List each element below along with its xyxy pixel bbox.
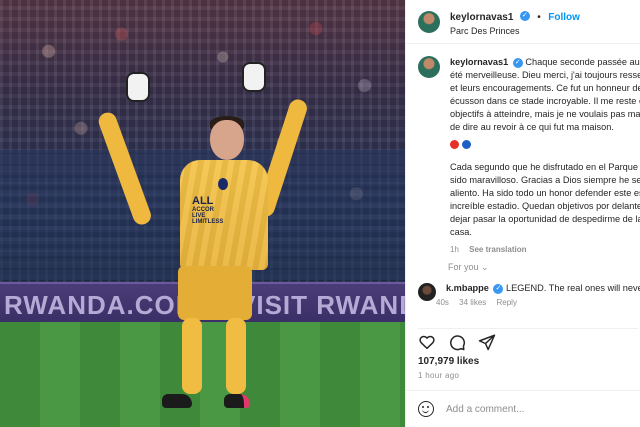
for-you-label: For you	[448, 262, 479, 272]
caption-username[interactable]: keylornavas1	[450, 57, 508, 67]
caption-line-fr-2: et leurs encouragements. Ce fut un honne…	[450, 83, 640, 93]
left-glove	[126, 72, 150, 102]
post-location[interactable]: Parc Des Princes	[450, 26, 580, 37]
caption-line-es-0: Cada segundo que he disfrutado en el Par…	[450, 162, 640, 172]
author-username[interactable]: keylornavas1	[450, 12, 513, 23]
flag-emojis	[450, 140, 640, 149]
right-boot	[224, 394, 250, 408]
caption-line-fr-5: de dire au revoir à ce qui fut ma maison…	[450, 122, 614, 132]
likes-count[interactable]: 107,979 likes	[418, 356, 479, 367]
verified-badge-icon: ✓	[519, 10, 530, 21]
jersey-sponsor-subtext: ACCOR LIVE LIMITLESS	[192, 207, 224, 225]
emoji-icon[interactable]	[418, 401, 434, 417]
separator-dot: •	[537, 11, 541, 23]
blue-circle-icon	[462, 140, 471, 149]
post-photo[interactable]: RWANDA.COM VISIT RWANDA ALL ACCOR LIVE L…	[0, 0, 405, 427]
verified-badge-icon: ✓	[512, 57, 523, 68]
add-comment-bar	[406, 390, 640, 427]
comment-text: LEGEND. The real ones will never fo	[506, 283, 640, 293]
author-info: keylornavas1 ✓ • Follow Parc Des Princes	[450, 6, 580, 37]
post-side-panel: keylornavas1 ✓ • Follow Parc Des Princes…	[405, 0, 640, 427]
commenter-avatar[interactable]	[418, 283, 436, 301]
right-glove	[242, 62, 266, 92]
left-boot	[162, 394, 192, 408]
author-avatar[interactable]	[418, 10, 440, 33]
chevron-down-icon: ⌄	[481, 262, 489, 272]
red-circle-icon	[450, 140, 459, 149]
left-leg	[182, 318, 202, 394]
comment-likes[interactable]: 34 likes	[459, 298, 486, 307]
share-icon[interactable]	[478, 333, 496, 351]
caption-time: 1h	[450, 245, 459, 254]
reply-button[interactable]: Reply	[497, 298, 517, 307]
caption-line-fr-3: écusson dans ce stade incroyable. Il me …	[450, 96, 640, 106]
shorts	[178, 266, 252, 320]
jersey-sponsor: ALL ACCOR LIVE LIMITLESS	[192, 195, 224, 226]
post-actions	[418, 328, 638, 351]
caption-avatar[interactable]	[418, 56, 440, 78]
for-you-toggle[interactable]: For you ⌄	[448, 262, 489, 273]
caption-line-es-1: sido maravilloso. Gracias a Dios siempre…	[450, 175, 640, 185]
verified-badge-icon: ✓	[493, 283, 504, 294]
comment-icon[interactable]	[448, 333, 466, 351]
club-crest	[218, 178, 228, 190]
caption-line-fr-1: été merveilleuse. Dieu merci, j'ai toujo…	[450, 70, 640, 80]
heart-icon[interactable]	[418, 333, 436, 351]
caption-line-fr-4: objectifs à atteindre, mais je ne voulai…	[450, 109, 640, 119]
add-comment-input[interactable]	[446, 403, 636, 415]
goalkeeper-figure: ALL ACCOR LIVE LIMITLESS	[96, 60, 310, 420]
caption-meta: 1h See translation	[450, 243, 640, 256]
post-timestamp: 1 hour ago	[418, 371, 460, 380]
comment-time: 40s	[436, 297, 449, 307]
follow-button[interactable]: Follow	[548, 12, 580, 23]
post-header: keylornavas1 ✓ • Follow Parc Des Princes	[406, 0, 640, 44]
caption-line-es-5: casa.	[450, 227, 472, 237]
caption-line-fr-0: Chaque seconde passée au Parc	[525, 57, 640, 67]
head	[210, 120, 244, 160]
caption-line-es-4: dejar pasar la oportunidad de despedirme…	[450, 214, 640, 224]
see-translation-link[interactable]: See translation	[469, 245, 526, 254]
post-caption: keylornavas1 ✓ Chaque seconde passée au …	[418, 56, 640, 256]
comment-meta: 40s 34 likes Reply	[436, 298, 640, 307]
caption-line-es-2: aliento. Ha sido todo un honor defender …	[450, 188, 640, 198]
caption-line: keylornavas1 ✓ Chaque seconde passée au …	[450, 56, 640, 69]
jersey-sponsor-text: ALL	[192, 195, 214, 207]
comment-item: k.mbappe ✓ LEGEND. The real ones will ne…	[418, 283, 640, 307]
right-leg	[226, 318, 246, 394]
commenter-username[interactable]: k.mbappe	[446, 283, 489, 293]
caption-line-es-3: increíble estadio. Quedan objetivos por …	[450, 201, 640, 211]
